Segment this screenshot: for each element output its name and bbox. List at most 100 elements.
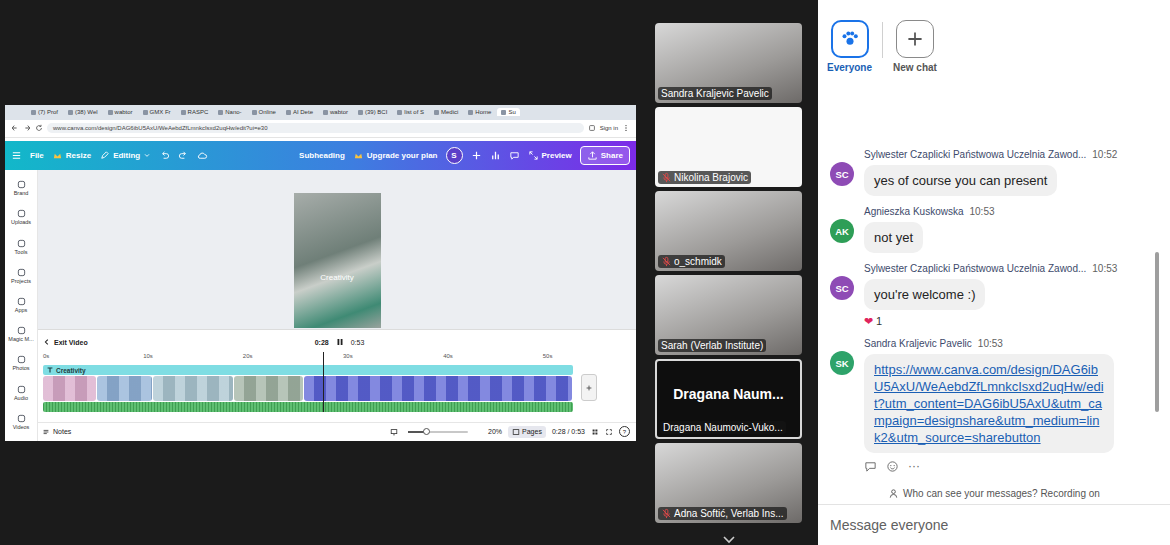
scrollbar[interactable] (1155, 252, 1159, 412)
chevron-down-icon[interactable] (721, 535, 737, 545)
help-button[interactable]: ? (619, 426, 630, 437)
file-menu[interactable]: File (30, 151, 44, 160)
sidebar-item[interactable]: Audio (5, 385, 37, 401)
chat-message: SC Sylwester Czaplicki Państwowa Uczelni… (830, 148, 1156, 196)
sidebar-item[interactable]: Uploads (5, 209, 37, 225)
video-clip[interactable] (304, 376, 572, 401)
user-avatar[interactable]: S (446, 147, 463, 164)
hamburger-icon[interactable] (11, 150, 22, 161)
video-clip[interactable] (153, 376, 233, 401)
sidebar-item[interactable]: Videos (5, 414, 37, 430)
participant-tile[interactable]: Adna Softić, Verlab Ins... (655, 443, 802, 523)
resize-button[interactable]: Resize (52, 150, 91, 161)
browser-tab[interactable]: (38) Wel (64, 108, 102, 116)
menu-dots-icon[interactable] (622, 124, 630, 132)
emoji-icon[interactable] (886, 460, 899, 473)
undo-icon[interactable] (159, 150, 170, 161)
browser-tab[interactable]: wabtor (319, 108, 352, 116)
recording-notice[interactable]: Who can see your messages? Recording on (818, 482, 1170, 504)
share-button[interactable]: Share (580, 146, 630, 165)
text-track[interactable]: Creativity (43, 365, 573, 375)
browser-tab[interactable]: AI Dete (282, 108, 317, 116)
browser-tab[interactable]: Medici (430, 108, 462, 116)
browser-tab[interactable]: RASPC (177, 108, 213, 116)
playhead[interactable] (323, 352, 324, 412)
preview-button[interactable]: Preview (528, 150, 572, 161)
fullscreen-icon[interactable] (605, 428, 613, 436)
design-page[interactable]: Creativity (294, 193, 381, 328)
sign-in-button[interactable]: Sign in (600, 125, 618, 131)
chart-icon[interactable] (490, 150, 501, 161)
shared-screen: (7) Prof (38) Wel wabtor GMX Fr RASPC Na… (5, 105, 636, 441)
audio-track[interactable] (43, 402, 573, 412)
grid-icon[interactable] (591, 428, 599, 436)
extension-icon[interactable] (588, 124, 596, 132)
upgrade-button[interactable]: Upgrade your plan (353, 150, 438, 161)
forward-arrow-icon[interactable] (23, 124, 31, 132)
browser-tab[interactable]: list of S (393, 108, 428, 116)
more-button[interactable]: ··· (908, 459, 920, 473)
cloud-saved-icon (197, 150, 208, 161)
message-input[interactable] (828, 516, 1160, 534)
browser-tab[interactable]: (7) Prof (27, 108, 62, 116)
browser-tab[interactable]: Su (497, 108, 519, 116)
browser-tab[interactable]: Nano- (214, 108, 245, 116)
participant-tile[interactable]: o_schmidk (655, 191, 802, 271)
chat-tab[interactable]: Everyone (827, 20, 872, 73)
meeting-window: (7) Prof (38) Wel wabtor GMX Fr RASPC Na… (0, 0, 1170, 545)
video-timeline: Exit Video 0:28 0:53 0s10s20s30s40s50s C… (38, 329, 636, 421)
pause-icon[interactable] (335, 337, 345, 347)
editing-menu[interactable]: Editing (99, 150, 151, 161)
sidebar-item[interactable]: Projects (5, 268, 37, 284)
sidebar-item[interactable]: Photos (5, 355, 37, 371)
participant-tile[interactable]: Sarah (Verlab Institute) (655, 275, 802, 355)
back-arrow-icon[interactable] (11, 124, 19, 132)
video-clip[interactable] (97, 376, 152, 401)
zoom-thumb[interactable] (423, 428, 430, 435)
message-time: 10:53 (978, 337, 1003, 351)
browser-tab[interactable]: (39) BCI (354, 108, 391, 116)
browser-tab[interactable]: Home (464, 108, 495, 116)
participant-tile[interactable]: Sandra Kraljevic Pavelic (655, 23, 802, 103)
url-field[interactable]: www.canva.com/design/DAG6ibU5AxU/WeAebdZ… (47, 123, 584, 133)
exit-video-button[interactable]: Exit Video (43, 338, 315, 346)
reply-icon[interactable] (864, 460, 877, 473)
sidebar-icon (17, 326, 26, 335)
notes-button[interactable]: Notes (42, 428, 71, 436)
participant-name: Dragana Naumovic-Vuko... (660, 421, 786, 434)
message-composer (818, 504, 1170, 545)
browser-tab[interactable]: Online (248, 108, 280, 116)
participant-list: Sandra Kraljevic Pavelic Nikolina Brajov… (655, 0, 802, 545)
subheading-label[interactable]: Subheading (299, 151, 345, 160)
sidebar-item[interactable]: Tools (5, 239, 37, 255)
message-link[interactable]: https://www.canva.com/design/DAG6ibU5AxU… (874, 362, 1104, 445)
comment-icon[interactable] (509, 150, 520, 161)
video-clip[interactable] (43, 376, 96, 401)
redo-icon[interactable] (178, 150, 189, 161)
sidebar-icon (17, 180, 26, 189)
chat-panel: Everyone New chat SC Sylwester Czaplicki… (818, 0, 1170, 545)
favicon-icon (468, 110, 473, 115)
sidebar-item[interactable]: Brand (5, 180, 37, 196)
sidebar-item[interactable]: Magic M... (5, 326, 37, 342)
participant-tile[interactable]: Dragana Naum... Dragana Naumovic-Vuko... (655, 359, 802, 439)
chat-tab[interactable]: New chat (893, 20, 937, 73)
plus-icon[interactable] (471, 150, 482, 161)
pages-button[interactable]: Pages (508, 426, 546, 438)
sender-name: Sandra Kraljevic Pavelic (864, 337, 972, 351)
tab-divider (882, 22, 883, 58)
design-text[interactable]: Creativity (320, 273, 353, 282)
zoom-slider[interactable] (408, 431, 468, 433)
reload-icon[interactable] (35, 124, 43, 132)
video-clip[interactable] (234, 376, 303, 401)
browser-tab[interactable]: wabtor (104, 108, 137, 116)
sidebar-item[interactable]: Apps (5, 297, 37, 313)
add-clip-button[interactable] (581, 374, 597, 401)
browser-tab[interactable]: GMX Fr (139, 108, 175, 116)
monitor-icon[interactable] (390, 428, 398, 436)
participant-name: Sandra Kraljevic Pavelic (658, 87, 772, 100)
plus-icon (904, 28, 926, 50)
reaction[interactable]: ❤ 1 (864, 315, 882, 327)
favicon-icon (108, 110, 113, 115)
participant-tile[interactable]: Nikolina Brajovic (655, 107, 802, 187)
